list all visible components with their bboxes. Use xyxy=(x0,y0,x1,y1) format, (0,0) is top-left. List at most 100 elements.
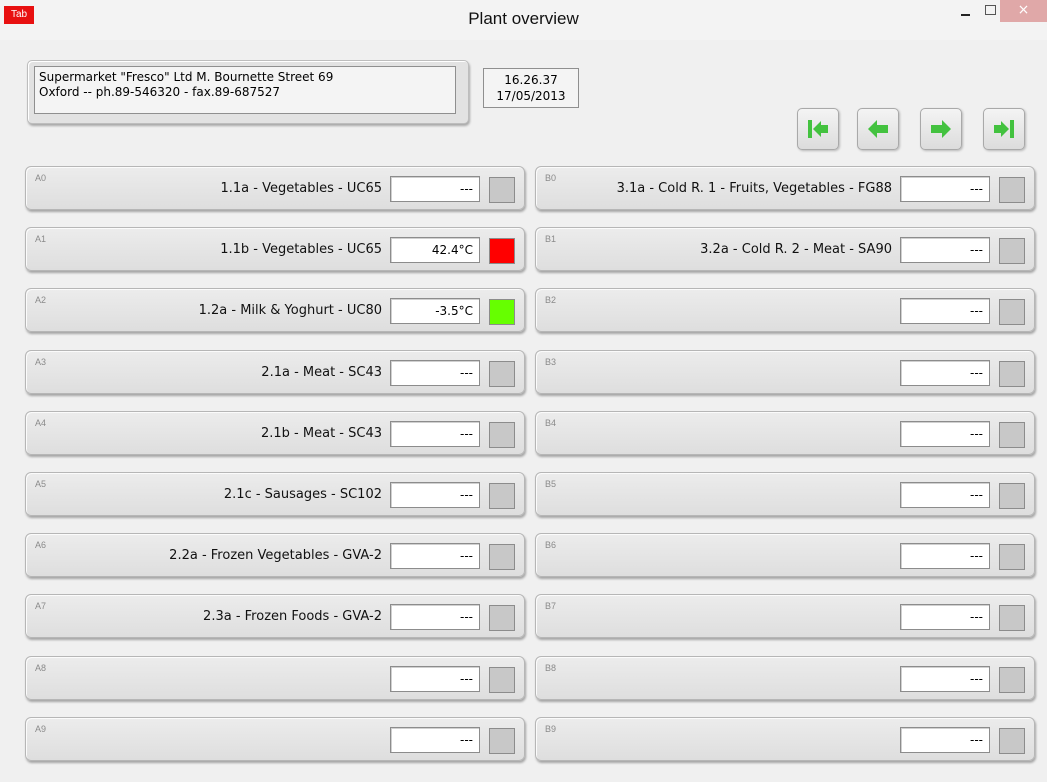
status-led xyxy=(999,177,1025,203)
temperature-field: 42.4°C xyxy=(390,237,480,263)
row-code: A5 xyxy=(35,479,47,489)
row-code: A3 xyxy=(35,357,47,367)
temperature-field: --- xyxy=(900,482,990,508)
last-page-button[interactable] xyxy=(983,108,1025,150)
left-plant-row-a6[interactable]: A6 2.2a - Frozen Vegetables - GVA-2 --- xyxy=(25,533,525,577)
left-plant-row-a8[interactable]: A8 --- xyxy=(25,656,525,700)
right-plant-row-b7[interactable]: B7 --- xyxy=(535,594,1035,638)
temperature-field: --- xyxy=(390,666,480,692)
left-plant-row-a5[interactable]: A5 2.1c - Sausages - SC102 --- xyxy=(25,472,525,516)
temperature-field: -3.5°C xyxy=(390,298,480,324)
row-code: A7 xyxy=(35,601,47,611)
status-led xyxy=(999,728,1025,754)
title-bar: Tab Plant overview × xyxy=(0,0,1047,40)
row-code: B3 xyxy=(545,357,557,367)
clock-date: 17/05/2013 xyxy=(496,89,566,103)
status-led xyxy=(999,483,1025,509)
row-label: 2.1c - Sausages - SC102 xyxy=(223,487,382,502)
right-plant-row-b4[interactable]: B4 --- xyxy=(535,411,1035,455)
temperature-field: --- xyxy=(390,482,480,508)
status-led xyxy=(489,299,515,325)
row-code: B9 xyxy=(545,724,557,734)
status-led xyxy=(489,728,515,754)
last-icon xyxy=(994,120,1014,138)
row-label: 1.1a - Vegetables - UC65 xyxy=(220,181,382,196)
right-plant-row-b0[interactable]: B0 3.1a - Cold R. 1 - Fruits, Vegetables … xyxy=(535,166,1035,210)
left-plant-row-a9[interactable]: A9 --- xyxy=(25,717,525,761)
right-plant-row-b3[interactable]: B3 --- xyxy=(535,350,1035,394)
company-address-line2: Oxford -- ph.89-546320 - fax.89-687527 xyxy=(39,85,281,99)
status-led xyxy=(489,422,515,448)
status-led xyxy=(489,667,515,693)
row-label: 1.2a - Milk & Yoghurt - UC80 xyxy=(198,303,382,318)
temperature-field: --- xyxy=(900,237,990,263)
row-code: B7 xyxy=(545,601,557,611)
temperature-field: --- xyxy=(390,421,480,447)
row-code: A1 xyxy=(35,234,47,244)
right-plant-row-b8[interactable]: B8 --- xyxy=(535,656,1035,700)
close-button[interactable]: × xyxy=(1000,0,1047,22)
temperature-field: --- xyxy=(900,176,990,202)
left-plant-row-a4[interactable]: A4 2.1b - Meat - SC43 --- xyxy=(25,411,525,455)
right-plant-row-b6[interactable]: B6 --- xyxy=(535,533,1035,577)
row-code: B8 xyxy=(545,663,557,673)
first-page-button[interactable] xyxy=(797,108,839,150)
row-code: A8 xyxy=(35,663,47,673)
right-plant-row-b9[interactable]: B9 --- xyxy=(535,717,1035,761)
window-title: Plant overview xyxy=(468,9,579,28)
previous-page-button[interactable] xyxy=(857,108,899,150)
status-led xyxy=(489,238,515,264)
left-plant-row-a1[interactable]: A1 1.1b - Vegetables - UC65 42.4°C xyxy=(25,227,525,271)
left-plant-row-a7[interactable]: A7 2.3a - Frozen Foods - GVA-2 --- xyxy=(25,594,525,638)
clock-time: 16.26.37 xyxy=(504,73,558,87)
status-led xyxy=(999,299,1025,325)
temperature-field: --- xyxy=(900,298,990,324)
temperature-field: --- xyxy=(390,360,480,386)
row-code: B5 xyxy=(545,479,557,489)
minimize-button[interactable] xyxy=(952,0,982,22)
row-code: A2 xyxy=(35,295,47,305)
status-led xyxy=(489,177,515,203)
temperature-field: --- xyxy=(390,176,480,202)
temperature-field: --- xyxy=(900,360,990,386)
row-code: B4 xyxy=(545,418,557,428)
right-plant-row-b2[interactable]: B2 --- xyxy=(535,288,1035,332)
temperature-field: --- xyxy=(900,543,990,569)
left-plant-row-a2[interactable]: A2 1.2a - Milk & Yoghurt - UC80 -3.5°C xyxy=(25,288,525,332)
right-plant-row-b5[interactable]: B5 --- xyxy=(535,472,1035,516)
row-code: A4 xyxy=(35,418,47,428)
status-led xyxy=(999,544,1025,570)
row-label: 3.2a - Cold R. 2 - Meat - SA90 xyxy=(700,242,892,257)
clock-display: 16.26.37 17/05/2013 xyxy=(483,68,579,108)
row-label: 2.2a - Frozen Vegetables - GVA-2 xyxy=(169,548,382,563)
row-label: 2.1a - Meat - SC43 xyxy=(261,365,382,380)
left-plant-row-a0[interactable]: A0 1.1a - Vegetables - UC65 --- xyxy=(25,166,525,210)
row-code: A9 xyxy=(35,724,47,734)
row-label: 3.1a - Cold R. 1 - Fruits, Vegetables - … xyxy=(616,181,892,196)
company-info-panel: Supermarket "Fresco" Ltd M. Bournette St… xyxy=(27,60,469,124)
status-led xyxy=(999,238,1025,264)
status-led xyxy=(489,483,515,509)
row-label: 2.3a - Frozen Foods - GVA-2 xyxy=(203,609,382,624)
temperature-field: --- xyxy=(900,727,990,753)
next-page-button[interactable] xyxy=(920,108,962,150)
first-icon xyxy=(808,120,828,138)
row-code: A6 xyxy=(35,540,47,550)
temperature-field: --- xyxy=(390,543,480,569)
next-icon xyxy=(931,120,951,138)
temperature-field: --- xyxy=(900,666,990,692)
company-address-line1: Supermarket "Fresco" Ltd M. Bournette St… xyxy=(39,70,334,84)
temperature-field: --- xyxy=(900,604,990,630)
status-led xyxy=(489,544,515,570)
previous-icon xyxy=(868,120,888,138)
row-code: B6 xyxy=(545,540,557,550)
left-plant-row-a3[interactable]: A3 2.1a - Meat - SC43 --- xyxy=(25,350,525,394)
maximize-button[interactable] xyxy=(985,0,996,22)
temperature-field: --- xyxy=(390,604,480,630)
temperature-field: --- xyxy=(390,727,480,753)
row-label: 2.1b - Meat - SC43 xyxy=(261,426,382,441)
right-plant-row-b1[interactable]: B1 3.2a - Cold R. 2 - Meat - SA90 --- xyxy=(535,227,1035,271)
row-code: B0 xyxy=(545,173,557,183)
status-led xyxy=(489,605,515,631)
row-code: B1 xyxy=(545,234,557,244)
